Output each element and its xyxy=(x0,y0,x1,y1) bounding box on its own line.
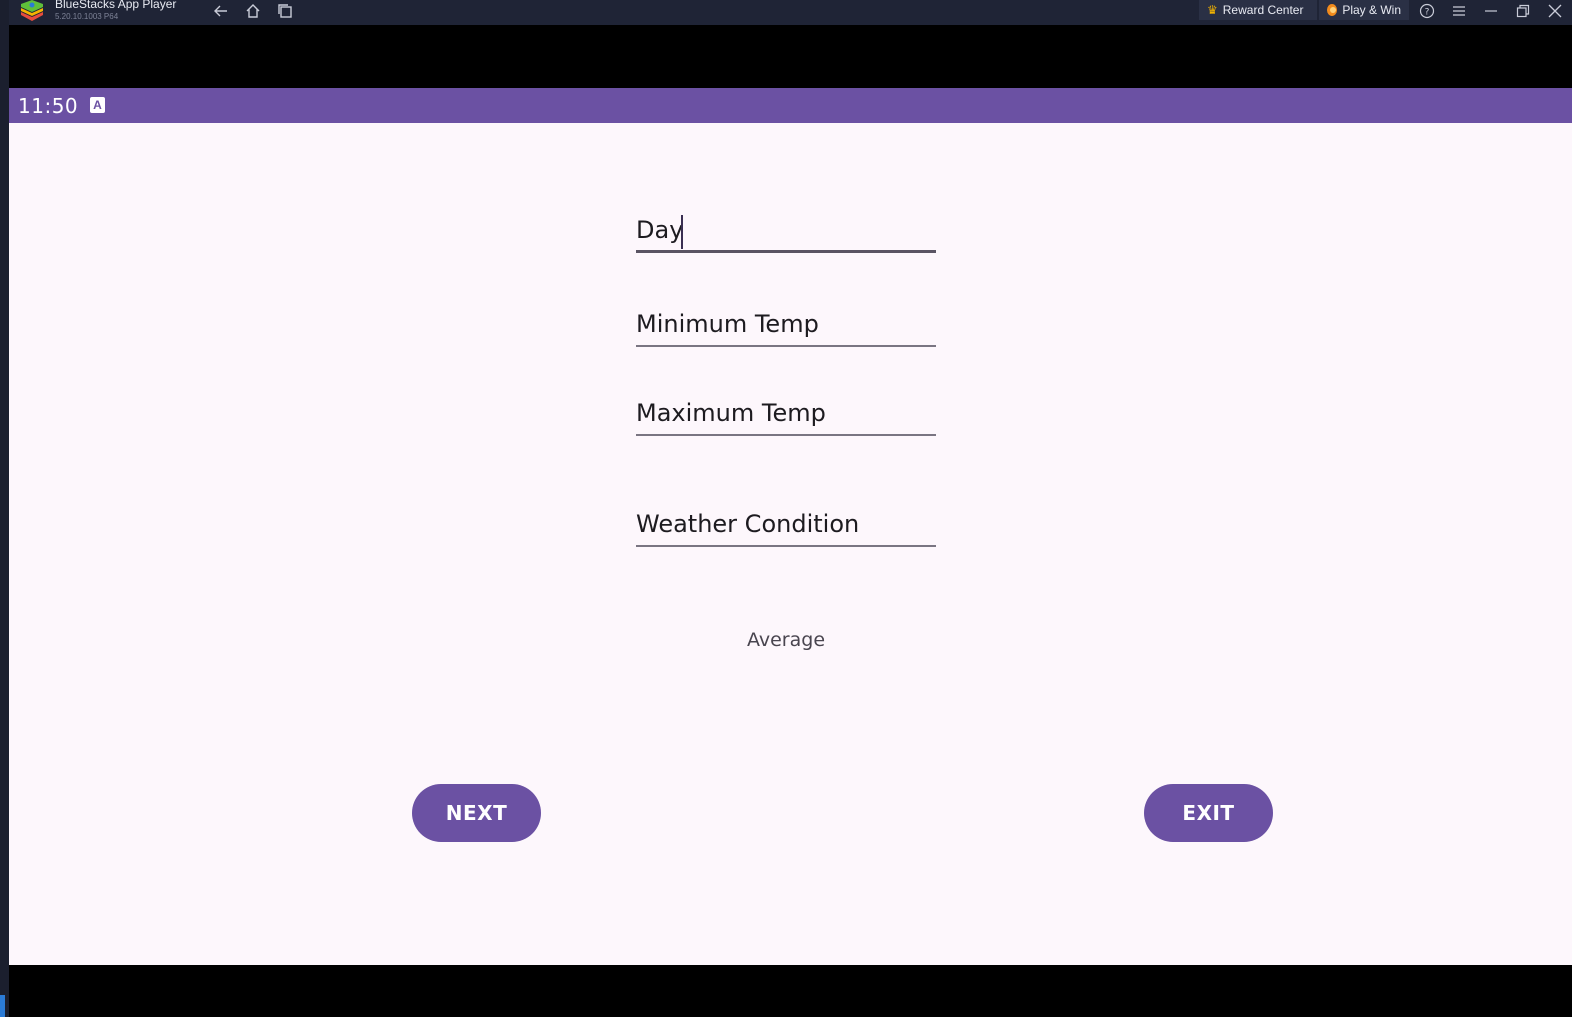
exit-button[interactable]: EXIT xyxy=(1144,784,1273,842)
window-left-edge xyxy=(0,0,9,1017)
reward-center-button[interactable]: ♛ Reward Center xyxy=(1199,0,1317,20)
play-win-label: Play & Win xyxy=(1342,3,1401,17)
recent-apps-icon[interactable] xyxy=(274,1,296,21)
app-version: 5.20.10.1003 P64 xyxy=(55,12,119,21)
reward-center-label: Reward Center xyxy=(1222,3,1304,17)
weather-condition-input[interactable] xyxy=(636,503,936,547)
minimum-temp-input[interactable] xyxy=(636,303,936,347)
weather-condition-field[interactable] xyxy=(636,503,936,547)
window-edge-accent xyxy=(0,995,5,1017)
close-icon[interactable] xyxy=(1544,1,1566,21)
screen-top-bezel xyxy=(9,25,1572,88)
crown-icon: ♛ xyxy=(1207,3,1218,17)
svg-text:?: ? xyxy=(1425,8,1430,18)
coin-icon xyxy=(1327,4,1338,16)
app-content: Average NEXT EXIT xyxy=(9,123,1572,965)
maximum-temp-field[interactable] xyxy=(636,392,936,436)
help-icon[interactable]: ? xyxy=(1416,1,1438,21)
menu-icon[interactable] xyxy=(1448,1,1470,21)
notification-a-icon: A xyxy=(90,97,105,113)
restore-icon[interactable] xyxy=(1512,1,1534,21)
next-button[interactable]: NEXT xyxy=(412,784,541,842)
status-time: 11:50 xyxy=(18,94,79,118)
average-label: Average xyxy=(746,629,826,651)
maximum-temp-input[interactable] xyxy=(636,392,936,436)
minimum-temp-field[interactable] xyxy=(636,303,936,347)
android-status-bar: 11:50 A xyxy=(9,88,1572,123)
emulator-titlebar: BlueStacks App Player 5.20.10.1003 P64 ♛… xyxy=(9,0,1572,25)
app-title: BlueStacks App Player xyxy=(55,0,177,11)
home-icon[interactable] xyxy=(242,1,264,21)
play-win-button[interactable]: Play & Win xyxy=(1319,0,1409,20)
back-icon[interactable] xyxy=(210,1,232,21)
day-field[interactable] xyxy=(636,209,936,253)
bluestacks-logo-icon xyxy=(19,0,45,22)
screen-bottom-bezel xyxy=(9,965,1572,1017)
text-cursor xyxy=(681,215,683,249)
minimize-icon[interactable] xyxy=(1480,1,1502,21)
